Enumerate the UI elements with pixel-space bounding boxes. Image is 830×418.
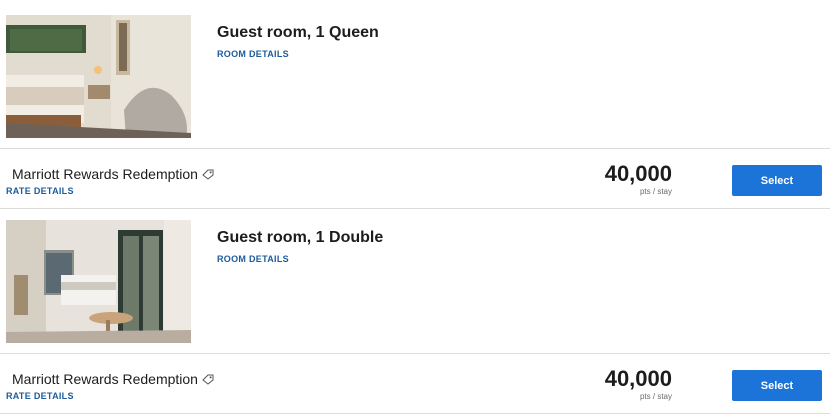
points-price: 40,000: [604, 161, 672, 186]
rate-name: Marriott Rewards Redemption: [12, 371, 214, 388]
select-button[interactable]: Select: [732, 370, 822, 401]
room-summary: Guest room, 1 Double ROOM DETAILS: [0, 205, 830, 353]
divider: [0, 413, 830, 414]
rate-name-label: Marriott Rewards Redemption: [12, 371, 198, 387]
select-button[interactable]: Select: [732, 165, 822, 196]
room-summary: Guest room, 1 Queen ROOM DETAILS: [0, 0, 830, 148]
room-details-link[interactable]: ROOM DETAILS: [217, 254, 289, 264]
points-unit: pts / stay: [639, 392, 672, 401]
rate-details-link[interactable]: RATE DETAILS: [6, 186, 74, 196]
room-photo[interactable]: [6, 15, 191, 138]
points-price: 40,000: [604, 366, 672, 391]
points-unit: pts / stay: [639, 187, 672, 196]
rate-row: Marriott Rewards Redemption RATE DETAILS…: [0, 354, 830, 412]
rate-details-link[interactable]: RATE DETAILS: [6, 391, 74, 401]
room-name: Guest room, 1 Queen: [217, 24, 379, 41]
rate-row: Marriott Rewards Redemption RATE DETAILS…: [0, 149, 830, 207]
room-photo[interactable]: [6, 220, 191, 343]
room-name: Guest room, 1 Double: [217, 229, 384, 246]
rate-name-label: Marriott Rewards Redemption: [12, 166, 198, 182]
rate-name: Marriott Rewards Redemption: [12, 166, 214, 183]
room-card: Guest room, 1 Queen ROOM DETAILS Marriot…: [0, 0, 830, 209]
tag-icon: [202, 167, 214, 183]
tag-icon: [202, 372, 214, 388]
room-photo-image: [6, 15, 191, 138]
room-photo-image: [6, 220, 191, 343]
room-details-link[interactable]: ROOM DETAILS: [217, 49, 289, 59]
room-card: Guest room, 1 Double ROOM DETAILS Marrio…: [0, 205, 830, 414]
